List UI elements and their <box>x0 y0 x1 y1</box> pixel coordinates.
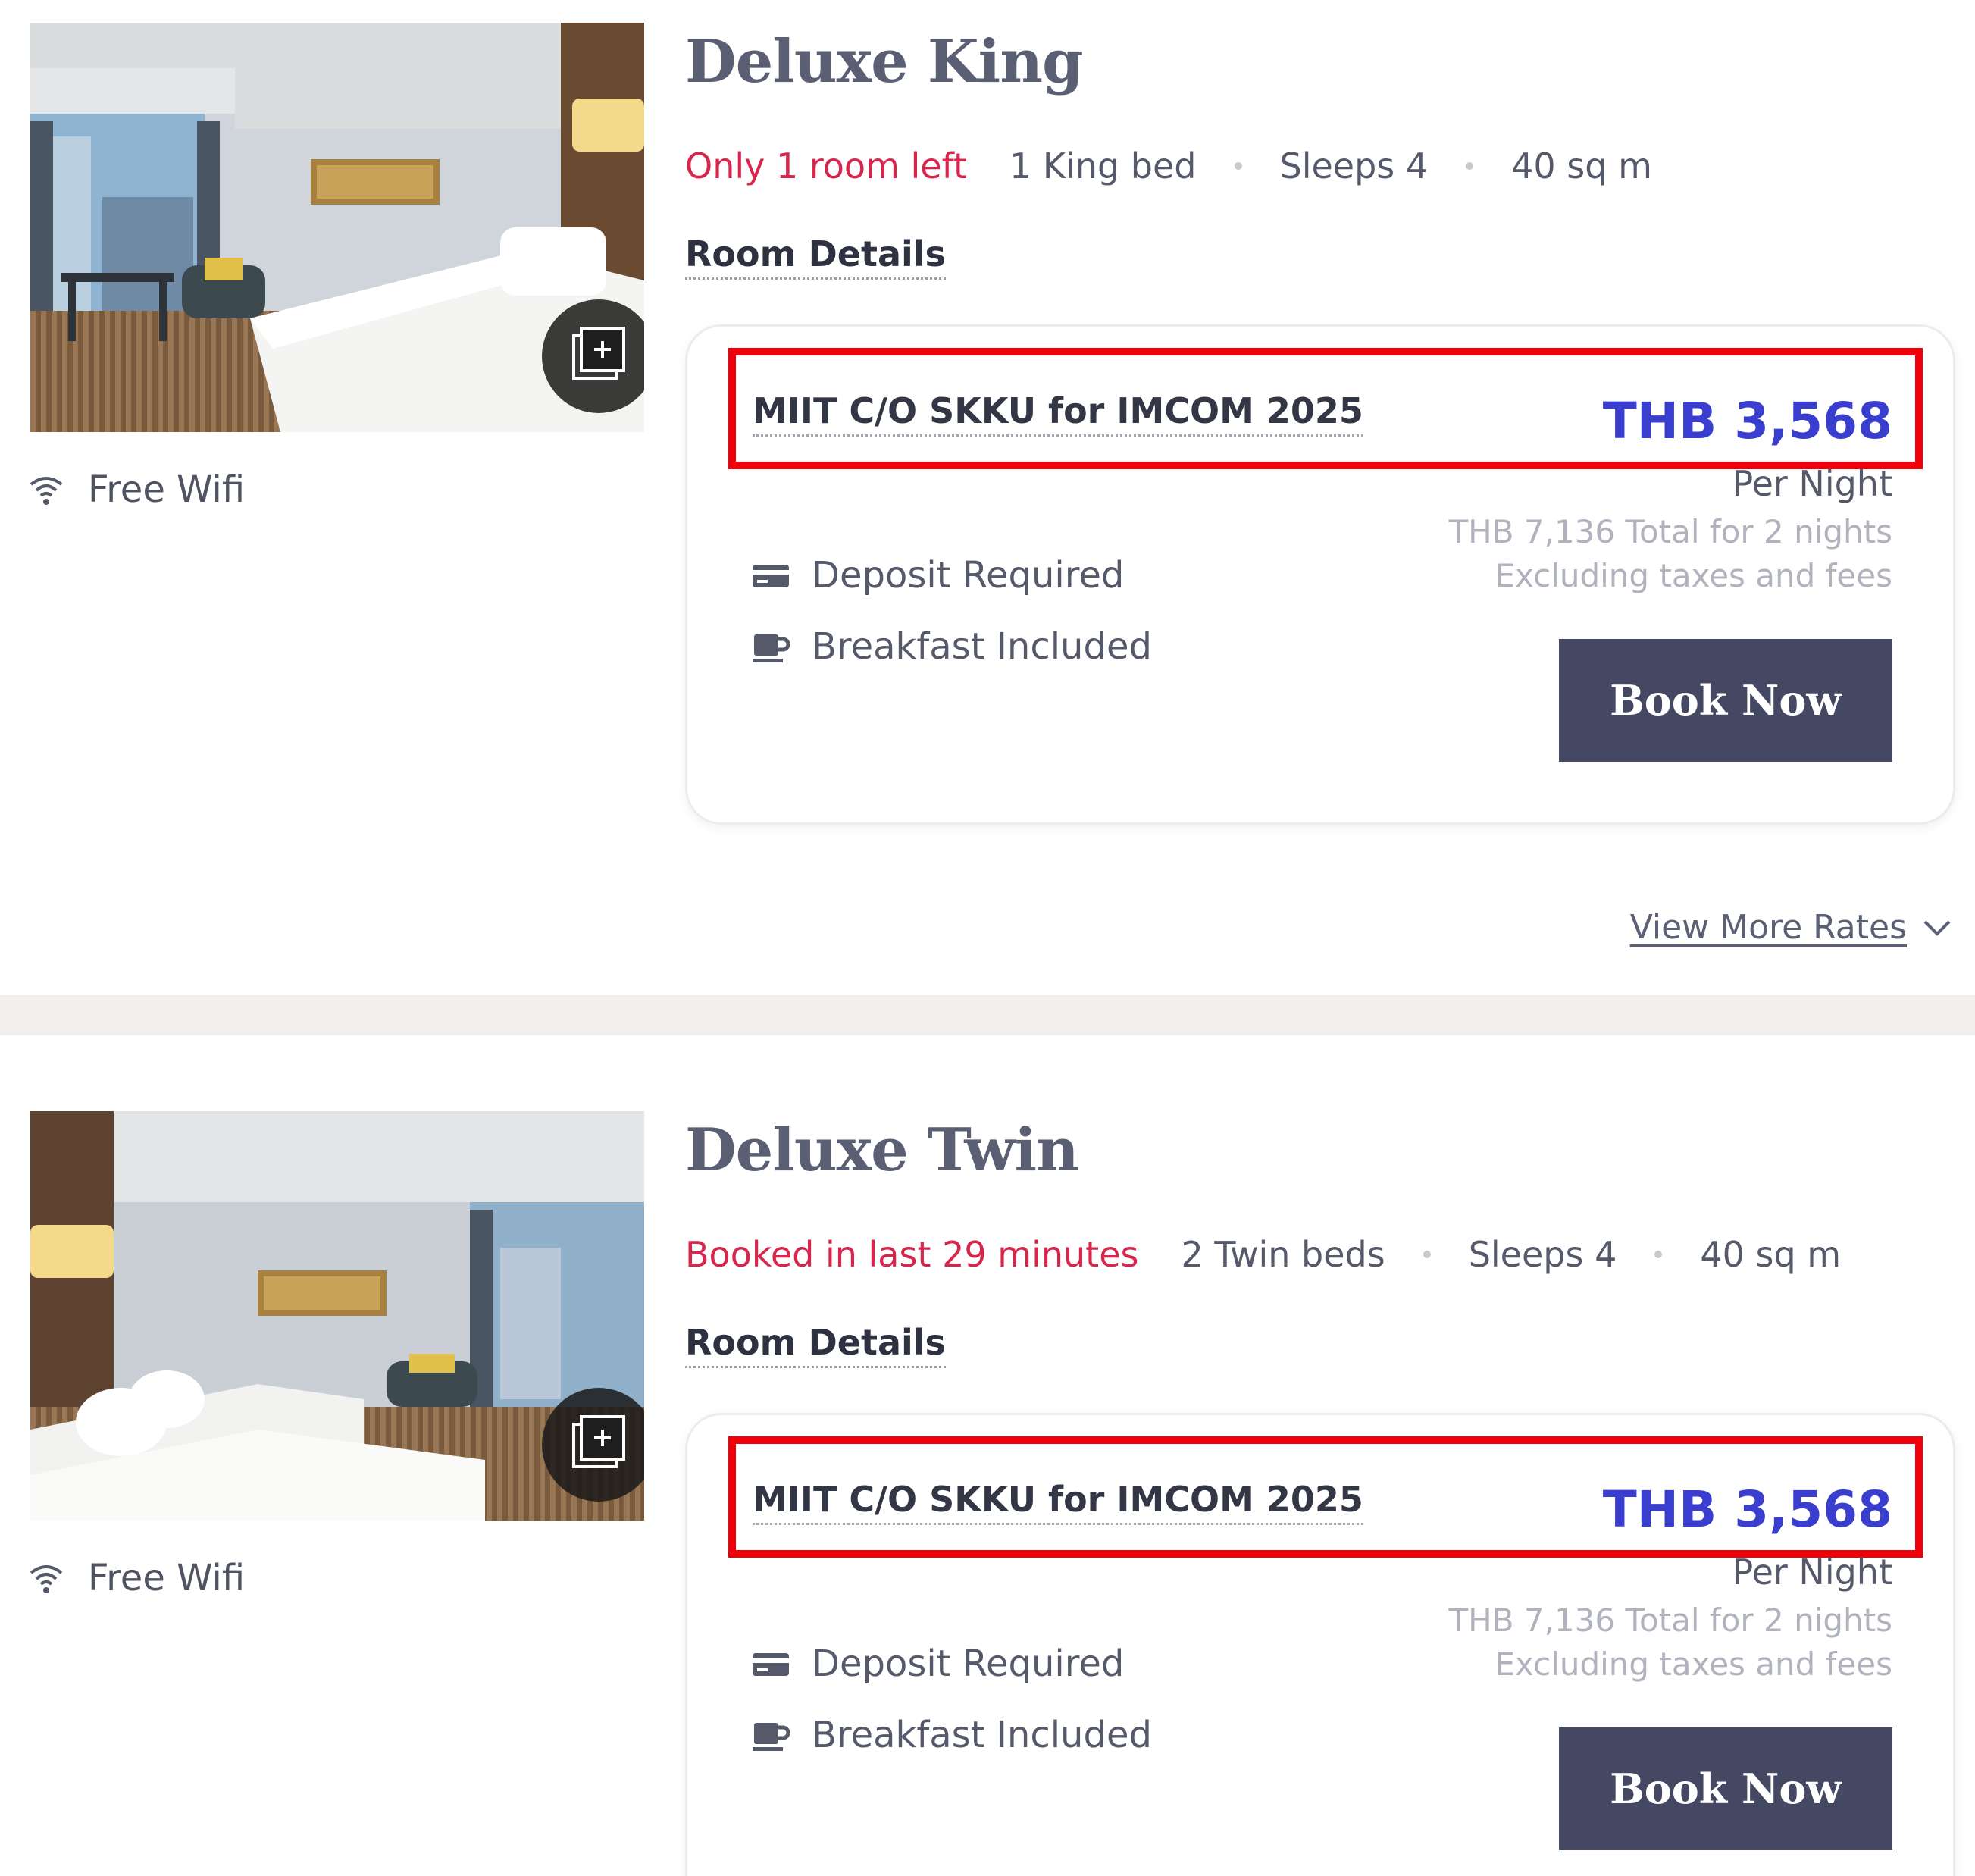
feature-label: Breakfast Included <box>812 1714 1152 1756</box>
room-meta: Booked in last 29 minutes 2 Twin beds Sl… <box>685 1234 1841 1275</box>
size-info: 40 sq m <box>1700 1234 1842 1275</box>
room-details-link[interactable]: Room Details <box>685 1322 946 1368</box>
wifi-icon <box>30 1565 63 1593</box>
room-meta: Only 1 room left 1 King bed Sleeps 4 40 … <box>685 146 1652 186</box>
rate-card: MIIT C/O SKKU for IMCOM 2025 THB 3,568 P… <box>685 1413 1955 1876</box>
feature-label: Deposit Required <box>812 1643 1125 1685</box>
rate-card: MIIT C/O SKKU for IMCOM 2025 THB 3,568 P… <box>685 324 1955 825</box>
credit-card-icon <box>753 1653 789 1676</box>
wifi-icon <box>30 477 63 505</box>
coffee-cup-icon <box>753 634 790 662</box>
credit-card-icon <box>753 565 789 587</box>
separator-dot <box>1234 162 1242 170</box>
amenity-wifi: Free Wifi <box>27 468 245 511</box>
rate-price: THB 3,568 <box>1602 392 1892 450</box>
per-night-label: Per Night <box>1732 1552 1892 1593</box>
coffee-cup-icon <box>753 1723 790 1751</box>
sleeps-info: Sleeps 4 <box>1468 1234 1617 1275</box>
book-now-button[interactable]: Book Now <box>1559 639 1892 762</box>
view-more-rates-label: View More Rates <box>1629 908 1907 947</box>
room-photo[interactable] <box>30 23 644 432</box>
feature-deposit: Deposit Required <box>751 1643 1124 1685</box>
gallery-expand-icon <box>572 1415 625 1468</box>
sleeps-info: Sleeps 4 <box>1279 146 1429 186</box>
feature-label: Deposit Required <box>812 554 1125 597</box>
rate-price: THB 3,568 <box>1602 1480 1892 1539</box>
gallery-expand-icon <box>572 327 625 380</box>
rate-name-link[interactable]: MIIT C/O SKKU for IMCOM 2025 <box>753 1479 1363 1525</box>
room-card-deluxe-king: Free Wifi Deluxe King Only 1 room left 1… <box>0 0 1975 995</box>
tax-note: Excluding taxes and fees <box>1495 1646 1892 1683</box>
amenity-label: Free Wifi <box>88 468 246 511</box>
book-now-button[interactable]: Book Now <box>1559 1727 1892 1850</box>
per-night-label: Per Night <box>1732 463 1892 504</box>
total-price: THB 7,136 Total for 2 nights <box>1448 1602 1892 1639</box>
gallery-expand-button[interactable] <box>542 299 644 413</box>
separator-dot <box>1466 162 1474 170</box>
feature-deposit: Deposit Required <box>751 554 1124 597</box>
separator-dot <box>1654 1251 1663 1258</box>
bed-info: 2 Twin beds <box>1181 1234 1385 1275</box>
section-divider <box>0 995 1975 1035</box>
chevron-down-icon <box>1923 920 1951 936</box>
room-card-deluxe-twin: Free Wifi Deluxe Twin Booked in last 29 … <box>0 1035 1975 1876</box>
bed-info: 1 King bed <box>1009 146 1197 186</box>
separator-dot <box>1423 1251 1431 1258</box>
room-photo[interactable] <box>30 1111 644 1521</box>
amenity-label: Free Wifi <box>88 1557 246 1599</box>
total-price: THB 7,136 Total for 2 nights <box>1448 513 1892 550</box>
urgency-badge: Only 1 room left <box>685 146 967 186</box>
amenity-wifi: Free Wifi <box>27 1557 245 1599</box>
urgency-badge: Booked in last 29 minutes <box>685 1234 1139 1275</box>
feature-breakfast: Breakfast Included <box>751 625 1152 668</box>
rate-name-link[interactable]: MIIT C/O SKKU for IMCOM 2025 <box>753 390 1363 437</box>
room-title: Deluxe Twin <box>685 1116 1079 1185</box>
view-more-rates-link[interactable]: View More Rates <box>1630 908 1954 947</box>
room-title: Deluxe King <box>685 27 1084 96</box>
room-details-link[interactable]: Room Details <box>685 233 946 280</box>
feature-label: Breakfast Included <box>812 625 1152 668</box>
tax-note: Excluding taxes and fees <box>1495 557 1892 594</box>
gallery-expand-button[interactable] <box>542 1388 644 1502</box>
feature-breakfast: Breakfast Included <box>751 1714 1152 1756</box>
size-info: 40 sq m <box>1511 146 1652 186</box>
